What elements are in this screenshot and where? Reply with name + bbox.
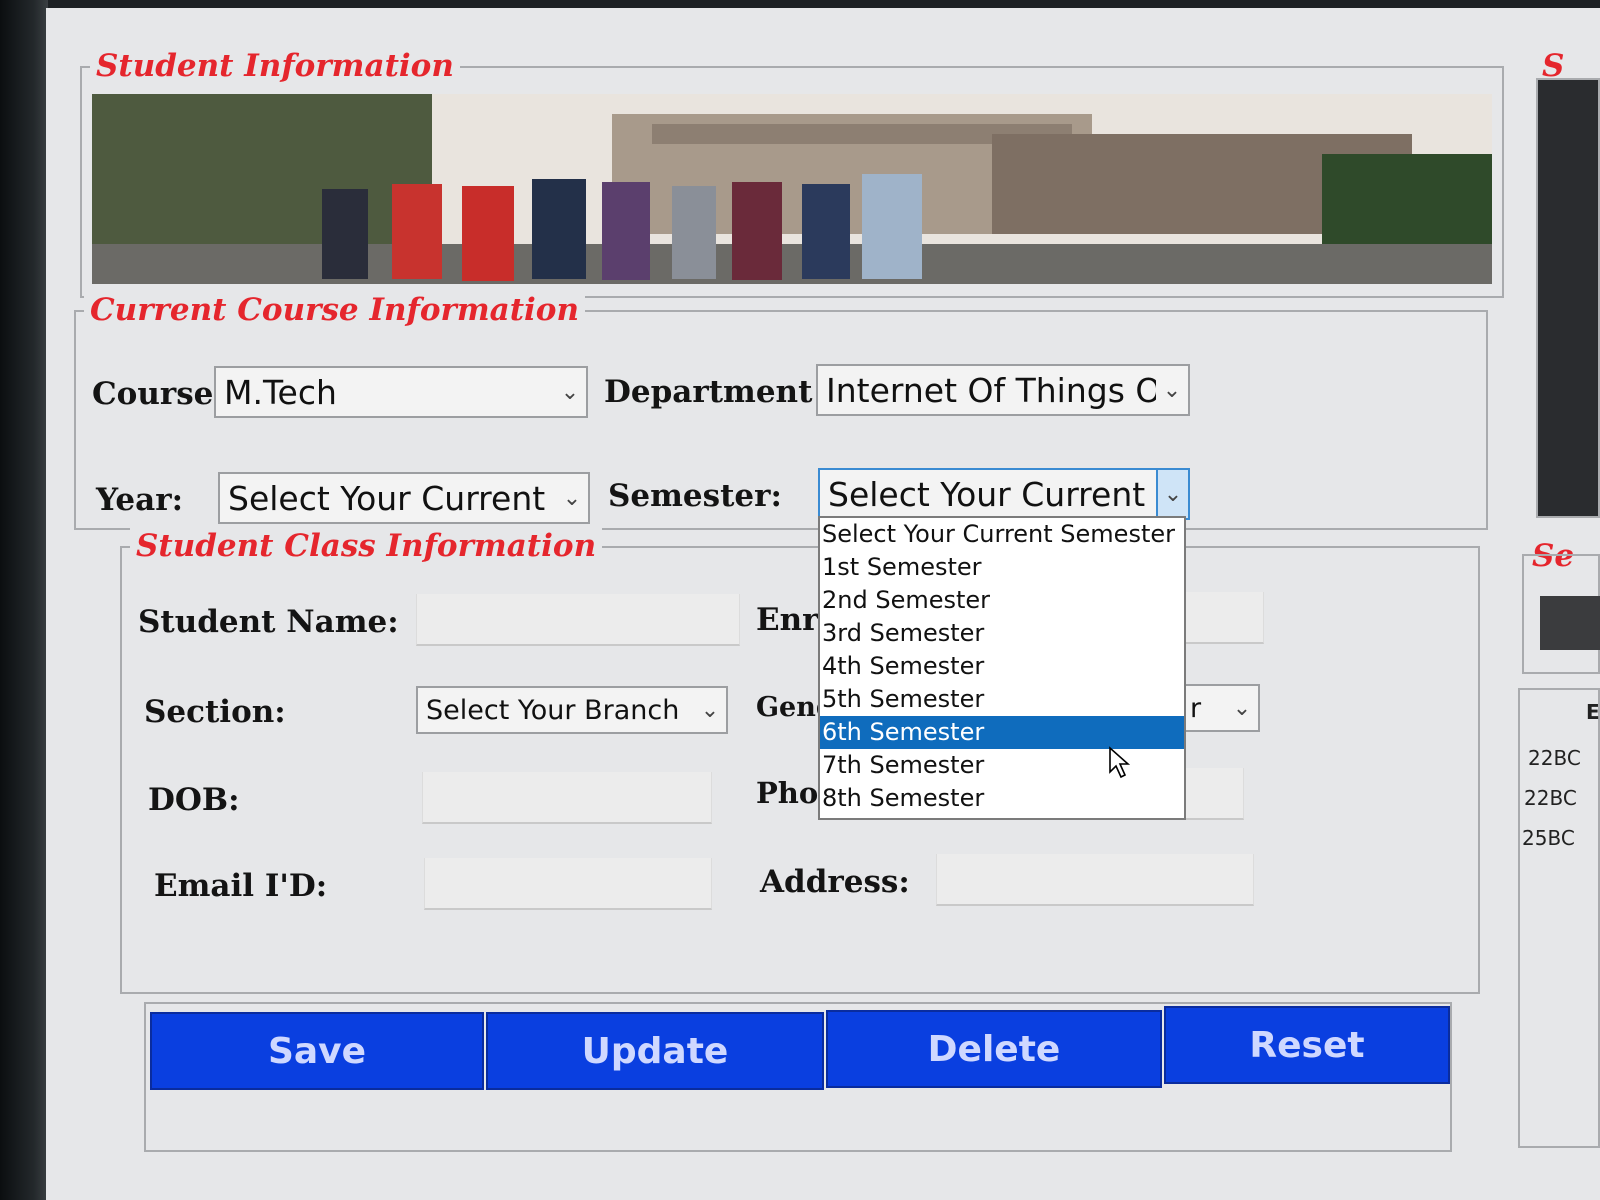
course-information-legend: Current Course Information bbox=[84, 292, 586, 328]
dropdown-option[interactable]: 1st Semester bbox=[820, 551, 1184, 584]
dropdown-option[interactable]: 5th Semester bbox=[820, 683, 1184, 716]
class-information-legend: Student Class Information bbox=[130, 528, 603, 564]
reset-button[interactable]: Reset bbox=[1164, 1006, 1450, 1084]
student-name-label: Student Name: bbox=[138, 604, 399, 640]
dob-input[interactable] bbox=[422, 772, 712, 824]
chevron-down-icon: ⌄ bbox=[700, 697, 720, 723]
section-select[interactable]: Select Your Branch ⌄ bbox=[416, 686, 728, 734]
phone-input[interactable] bbox=[1184, 768, 1244, 820]
banner-photo bbox=[92, 94, 1492, 284]
semester-label: Semester: bbox=[608, 478, 782, 514]
year-label: Year: bbox=[96, 482, 184, 518]
right-panel-dark-block bbox=[1540, 596, 1600, 650]
dropdown-option[interactable]: Select Your Current Semester bbox=[820, 518, 1184, 551]
dropdown-option[interactable]: 4th Semester bbox=[820, 650, 1184, 683]
year-select[interactable]: Select Your Current ⌄ bbox=[218, 472, 590, 524]
dropdown-option[interactable]: 2nd Semester bbox=[820, 584, 1184, 617]
table-header-partial: E bbox=[1586, 700, 1600, 724]
app-window: Student Information Current Course Infor… bbox=[46, 8, 1600, 1200]
dropdown-option[interactable]: 8th Semester bbox=[820, 782, 1184, 815]
right-side-panel: S Se E 22BC 22BC 25BC bbox=[1518, 48, 1600, 1188]
email-input[interactable] bbox=[424, 858, 712, 910]
address-label: Address: bbox=[760, 864, 910, 900]
year-select-value: Select Your Current bbox=[228, 478, 546, 518]
dropdown-option-highlighted[interactable]: 6th Semester bbox=[820, 716, 1184, 749]
chevron-down-icon: ⌄ bbox=[1232, 695, 1252, 721]
department-select[interactable]: Internet Of Things O ⌄ bbox=[816, 364, 1190, 416]
campus-banner-image bbox=[92, 94, 1492, 284]
gender-select-value: r bbox=[1190, 692, 1202, 724]
table-row[interactable]: 25BC bbox=[1522, 826, 1575, 850]
dob-label: DOB: bbox=[148, 782, 240, 818]
department-select-value: Internet Of Things O bbox=[826, 370, 1156, 410]
section-select-value: Select Your Branch bbox=[426, 694, 680, 726]
update-button[interactable]: Update bbox=[486, 1012, 824, 1090]
student-information-legend: Student Information bbox=[90, 48, 460, 84]
gender-select[interactable]: r ⌄ bbox=[1184, 684, 1260, 732]
email-label: Email I'D: bbox=[154, 868, 328, 904]
delete-button[interactable]: Delete bbox=[826, 1010, 1162, 1088]
monitor-bezel bbox=[0, 0, 48, 1200]
enrollment-label: Enr bbox=[756, 602, 819, 638]
table-row[interactable]: 22BC bbox=[1528, 746, 1581, 770]
course-label: Course bbox=[92, 376, 214, 412]
address-input[interactable] bbox=[936, 854, 1254, 906]
right-panel-table: E 22BC 22BC 25BC bbox=[1518, 688, 1600, 1148]
right-panel-box bbox=[1522, 554, 1600, 674]
department-label: Department bbox=[604, 374, 813, 410]
chevron-down-icon: ⌄ bbox=[560, 379, 580, 405]
course-select-value: M.Tech bbox=[224, 372, 337, 412]
save-button[interactable]: Save bbox=[150, 1012, 484, 1090]
dropdown-option[interactable]: 3rd Semester bbox=[820, 617, 1184, 650]
student-name-input[interactable] bbox=[416, 594, 740, 646]
section-label: Section: bbox=[144, 694, 286, 730]
chevron-down-icon[interactable]: ⌄ bbox=[1156, 470, 1188, 518]
mouse-cursor-icon bbox=[1109, 746, 1131, 779]
course-select[interactable]: M.Tech ⌄ bbox=[214, 366, 588, 418]
chevron-down-icon: ⌄ bbox=[562, 485, 582, 511]
table-row[interactable]: 22BC bbox=[1524, 786, 1577, 810]
semester-select[interactable]: Select Your Current ⌄ bbox=[818, 468, 1190, 520]
enrollment-input[interactable] bbox=[1184, 592, 1264, 644]
chevron-down-icon: ⌄ bbox=[1162, 377, 1182, 403]
semester-select-value: Select Your Current bbox=[828, 474, 1146, 514]
right-panel-dark-area bbox=[1536, 78, 1600, 518]
